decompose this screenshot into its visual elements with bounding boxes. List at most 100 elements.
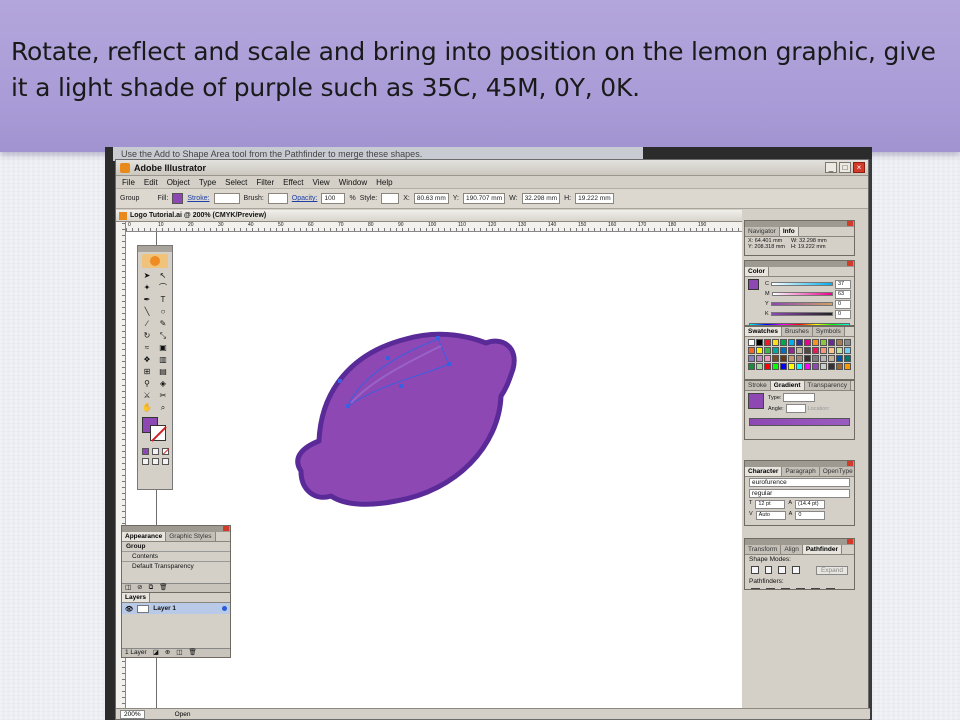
tab-opentype[interactable]: OpenType xyxy=(819,467,854,476)
tab-color[interactable]: Color xyxy=(745,267,769,276)
direct-selection-tool-icon[interactable]: ↖ xyxy=(156,270,170,281)
c-slider[interactable] xyxy=(770,282,833,286)
tab-appearance[interactable]: Appearance xyxy=(122,532,167,541)
eye-icon[interactable]: 👁 xyxy=(125,605,133,613)
h-field[interactable]: 19.222 mm xyxy=(575,193,614,204)
brush-field[interactable] xyxy=(267,193,288,204)
appearance-row-transparency[interactable]: Default Transparency xyxy=(122,562,230,571)
anchor-point[interactable] xyxy=(436,336,440,340)
swatch[interactable] xyxy=(772,347,779,354)
gradient-slider[interactable] xyxy=(749,418,850,426)
swatch[interactable] xyxy=(788,363,795,370)
menu-effect[interactable]: Effect xyxy=(283,178,303,187)
tab-character[interactable]: Character xyxy=(745,467,783,476)
swatch[interactable] xyxy=(828,347,835,354)
style-field[interactable] xyxy=(381,193,400,204)
tab-swatches[interactable]: Swatches xyxy=(745,327,782,336)
fill-stroke-selector[interactable] xyxy=(140,417,170,445)
make-clipping-mask-icon[interactable]: ◪ xyxy=(153,649,159,657)
kerning-field[interactable]: Auto xyxy=(755,511,786,520)
warp-tool-icon[interactable]: ≈ xyxy=(140,342,154,353)
blend-tool-icon[interactable]: ◈ xyxy=(156,378,170,389)
new-layer-icon[interactable]: ◫ xyxy=(176,649,182,657)
anchor-point[interactable] xyxy=(447,362,451,366)
tab-transparency[interactable]: Transparency xyxy=(804,381,852,390)
layer-row[interactable]: 👁 Layer 1 xyxy=(122,603,230,614)
delete-icon[interactable]: 🗑 xyxy=(159,584,167,592)
m-value[interactable]: 63 xyxy=(835,289,851,299)
mesh-tool-icon[interactable]: ⊞ xyxy=(140,366,154,377)
none-mode-icon[interactable] xyxy=(161,448,169,455)
tab-align[interactable]: Align xyxy=(781,545,803,554)
swatch[interactable] xyxy=(804,339,811,346)
screen-mode-icon[interactable] xyxy=(141,458,149,465)
crop-icon[interactable] xyxy=(796,588,805,589)
c-value[interactable]: 37 xyxy=(835,279,851,289)
close-icon[interactable] xyxy=(223,526,229,531)
close-icon[interactable]: × xyxy=(853,162,865,173)
panel-grip[interactable] xyxy=(745,539,854,545)
stroke-color-box[interactable] xyxy=(150,425,166,441)
swatch[interactable] xyxy=(804,347,811,354)
brush-tool-icon[interactable]: ∕ xyxy=(140,318,154,329)
tab-pathfinder[interactable]: Pathfinder xyxy=(802,545,842,554)
outline-icon[interactable] xyxy=(811,588,820,589)
clear-appearance-icon[interactable]: ⊘ xyxy=(137,584,142,592)
zoom-field[interactable]: 200% xyxy=(120,709,145,719)
minus-back-icon[interactable] xyxy=(826,588,835,589)
k-slider[interactable] xyxy=(770,312,833,316)
tab-info[interactable]: Info xyxy=(779,227,799,236)
tab-navigator[interactable]: Navigator xyxy=(745,227,780,236)
tab-transform[interactable]: Transform xyxy=(745,545,782,554)
swatch[interactable] xyxy=(812,347,819,354)
swatch[interactable] xyxy=(780,339,787,346)
swatch[interactable] xyxy=(772,363,779,370)
layer-name[interactable]: Layer 1 xyxy=(153,605,176,612)
swatch[interactable] xyxy=(828,363,835,370)
swatch[interactable] xyxy=(796,363,803,370)
anchor-point[interactable] xyxy=(338,379,342,383)
tab-stroke[interactable]: Stroke xyxy=(745,381,771,390)
swatch[interactable] xyxy=(756,347,763,354)
swatch[interactable] xyxy=(836,339,843,346)
hand-tool-icon[interactable]: ✋ xyxy=(140,402,154,413)
ellipse-tool-icon[interactable]: ○ xyxy=(156,306,170,317)
panel-grip[interactable] xyxy=(745,461,854,467)
color-fill-swatch[interactable] xyxy=(748,279,759,290)
swatch[interactable] xyxy=(844,355,851,362)
leading-field[interactable]: (14.4 pt) xyxy=(795,500,826,509)
menu-type[interactable]: Type xyxy=(199,178,216,187)
swatch[interactable] xyxy=(780,355,787,362)
swatch[interactable] xyxy=(836,355,843,362)
subtract-from-shape-area-icon[interactable] xyxy=(764,566,773,574)
symbol-sprayer-tool-icon[interactable]: ❖ xyxy=(140,354,154,365)
swatch[interactable] xyxy=(804,363,811,370)
merge-icon[interactable] xyxy=(781,588,790,589)
free-transform-tool-icon[interactable]: ▣ xyxy=(156,342,170,353)
panel-grip[interactable] xyxy=(122,526,230,532)
menu-filter[interactable]: Filter xyxy=(256,178,274,187)
expand-button[interactable]: Expand xyxy=(815,566,848,575)
swatch[interactable] xyxy=(780,347,787,354)
opacity-field[interactable]: 100 xyxy=(321,193,346,204)
swatch[interactable] xyxy=(812,355,819,362)
appearance-row-group[interactable]: Group xyxy=(122,542,230,552)
swatch[interactable] xyxy=(748,339,755,346)
tab-paragraph[interactable]: Paragraph xyxy=(782,467,820,476)
gradient-angle-field[interactable] xyxy=(785,404,806,413)
fill-swatch[interactable] xyxy=(172,193,184,204)
lemon-shape[interactable] xyxy=(295,331,517,507)
menu-window[interactable]: Window xyxy=(339,178,367,187)
rotate-tool-icon[interactable]: ↻ xyxy=(140,330,154,341)
swatch[interactable] xyxy=(764,355,771,362)
y-field[interactable]: 190.707 mm xyxy=(462,193,506,204)
swatch[interactable] xyxy=(812,363,819,370)
anchor-point[interactable] xyxy=(386,356,390,360)
swatch[interactable] xyxy=(844,339,851,346)
color-mode-icon[interactable] xyxy=(141,448,149,455)
swatch[interactable] xyxy=(748,355,755,362)
magic-wand-tool-icon[interactable]: ✦ xyxy=(140,282,154,293)
swatch[interactable] xyxy=(812,339,819,346)
x-field[interactable]: 80.63 mm xyxy=(413,193,449,204)
tracking-field[interactable]: 0 xyxy=(795,511,826,520)
